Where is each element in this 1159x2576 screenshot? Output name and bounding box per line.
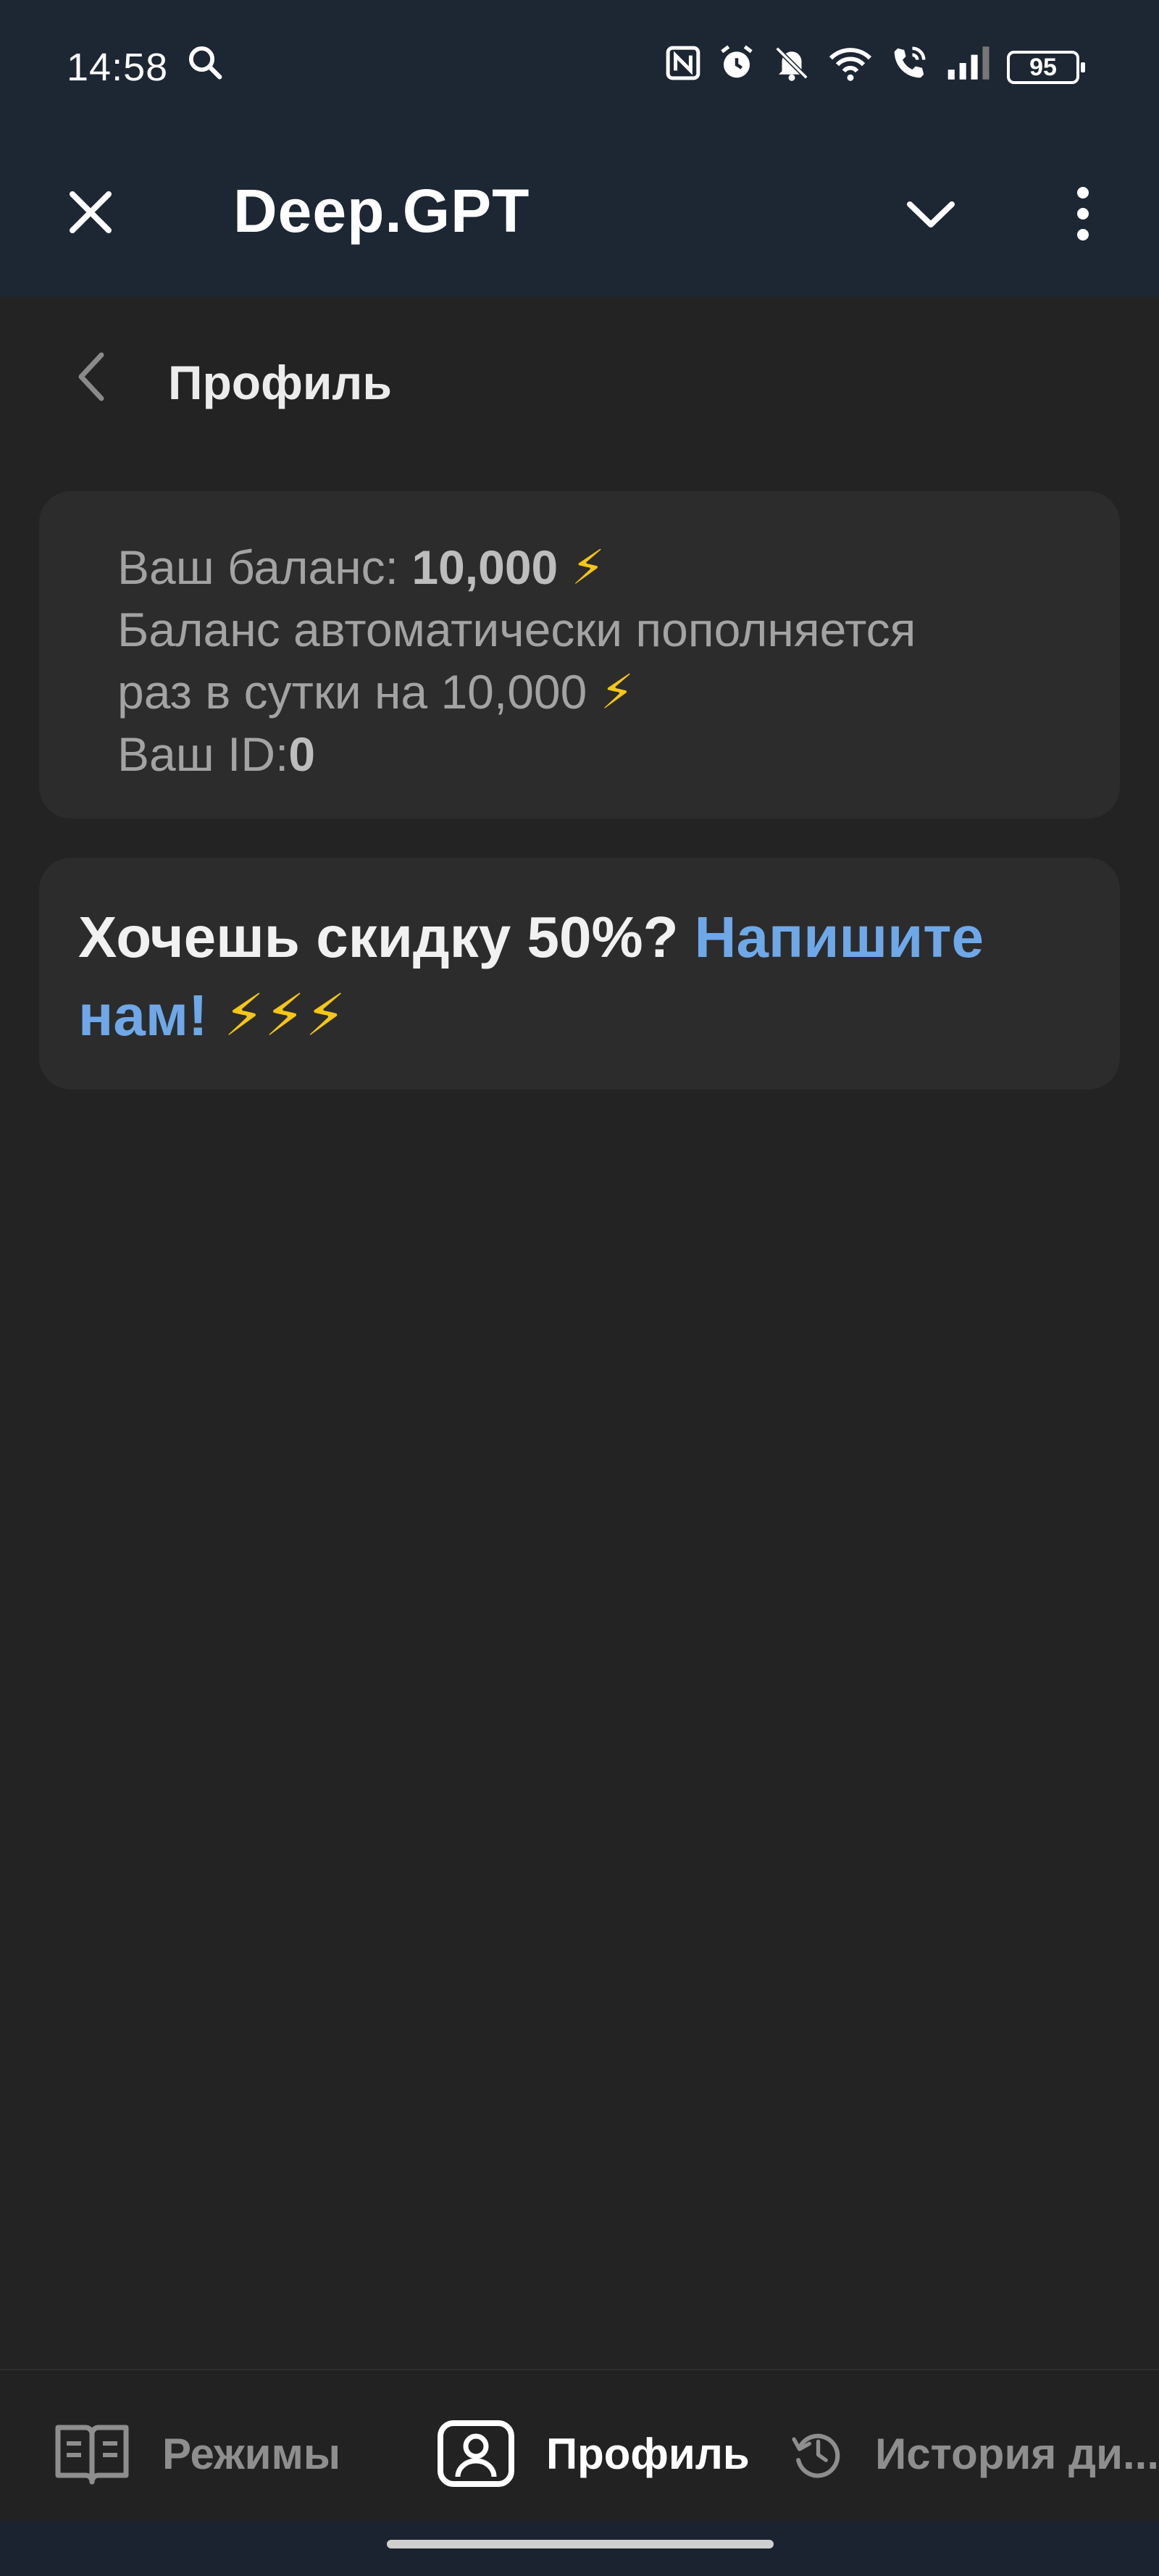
promo-text: Хочешь скидку 50%? Напишите нам! ⚡⚡⚡: [78, 898, 1081, 1055]
nav-item-modes[interactable]: Режимы: [52, 2414, 340, 2493]
chevron-left-icon: [78, 352, 104, 401]
balance-card: Ваш баланс: 10,000 ⚡ Баланс автоматическ…: [39, 491, 1120, 819]
bottom-navigation: Режимы Профиль История ди...: [0, 2369, 1159, 2521]
status-time: 14:58: [67, 45, 169, 89]
nav-label-modes: Режимы: [162, 2429, 341, 2478]
id-value: 0: [288, 727, 316, 781]
chevron-down-icon: [907, 201, 955, 227]
balance-value: 10,000: [411, 540, 558, 594]
bolt-icon: ⚡: [600, 665, 635, 719]
bolt-icons: ⚡⚡⚡: [223, 983, 346, 1047]
promo-question: Хочешь скидку 50%?: [78, 905, 695, 969]
history-icon: [792, 2433, 840, 2478]
app-title: Deep.GPT: [233, 177, 530, 245]
more-options-button[interactable]: [1050, 181, 1116, 246]
nav-label-profile: Профиль: [546, 2429, 750, 2478]
bell-off-icon: [772, 43, 811, 92]
page-title: Профиль: [168, 356, 392, 409]
status-bar: 14:58 95: [0, 0, 1159, 134]
refill-line-1: Баланс автоматически пополняется: [117, 603, 916, 656]
nav-item-history[interactable]: История ди...: [790, 2414, 1159, 2493]
signal-icon: [945, 45, 991, 91]
id-label: Ваш ID:: [117, 727, 289, 781]
balance-line: Ваш баланс: 10,000 ⚡: [117, 536, 1042, 598]
system-nav-bar: [0, 2521, 1159, 2576]
refill-line-2: раз в сутки на 10,000 ⚡: [117, 661, 1042, 723]
promo-card: Хочешь скидку 50%? Напишите нам! ⚡⚡⚡: [39, 858, 1120, 1090]
more-vertical-icon: [1077, 187, 1089, 241]
wifi-call-icon: [890, 43, 929, 92]
refill-text: раз в сутки на 10,000: [117, 665, 587, 719]
nfc-icon: [665, 45, 701, 91]
bolt-icon: ⚡: [571, 540, 605, 594]
alarm-icon: [717, 43, 756, 92]
app-header: Deep.GPT: [0, 134, 1159, 297]
wifi-icon: [827, 43, 874, 92]
collapse-button[interactable]: [898, 181, 963, 246]
book-icon: [55, 2425, 129, 2485]
balance-label: Ваш баланс:: [117, 540, 412, 594]
back-button[interactable]: [64, 348, 122, 406]
nav-item-profile[interactable]: Профиль: [436, 2414, 750, 2493]
user-id-line: Ваш ID:0: [117, 723, 1042, 785]
search-icon: [185, 43, 225, 91]
page-header: Профиль: [0, 297, 1159, 456]
nav-label-history: История ди...: [875, 2429, 1159, 2478]
battery-icon: 95: [1007, 51, 1085, 84]
close-button[interactable]: [58, 180, 123, 245]
home-indicator[interactable]: [387, 2540, 774, 2548]
battery-level: 95: [1029, 53, 1057, 81]
profile-icon: [438, 2420, 514, 2487]
close-icon: [70, 191, 112, 233]
